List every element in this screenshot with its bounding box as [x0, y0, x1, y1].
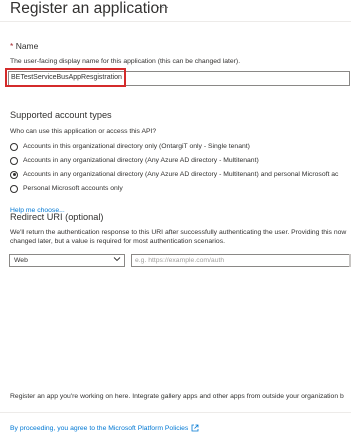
header-divider [0, 21, 351, 22]
account-types-heading: Supported account types [10, 110, 112, 120]
radio-label: Accounts in any organizational directory… [23, 157, 259, 164]
redirect-heading: Redirect URI (optional) [10, 212, 104, 222]
radio-button[interactable] [10, 184, 18, 193]
radio-button[interactable] [10, 156, 18, 165]
redirect-description-line2: changed later, but a value is required f… [10, 238, 225, 245]
redirect-uri-placeholder: e.g. https://example.com/auth [135, 257, 225, 264]
account-types-question: Who can use this application or access t… [10, 128, 157, 135]
platform-policies-link[interactable]: By proceeding, you agree to the Microsof… [10, 424, 199, 432]
platform-policies-text[interactable]: By proceeding, you agree to the Microsof… [10, 425, 188, 432]
page-title: Register an application [10, 0, 168, 17]
name-helper-text: The user-facing display name for this ap… [10, 58, 241, 65]
radio-label: Personal Microsoft accounts only [23, 185, 123, 192]
footer-note: Register an app you're working on here. … [10, 393, 344, 400]
required-mark: * [10, 41, 14, 51]
radio-button-selected[interactable] [10, 170, 18, 179]
platform-select-value: Web [14, 257, 28, 264]
radio-option-single-tenant[interactable]: Accounts in this organizational director… [10, 141, 250, 152]
radio-label: Accounts in any organizational directory… [23, 171, 339, 178]
radio-button[interactable] [10, 142, 18, 151]
external-link-icon[interactable] [191, 424, 199, 432]
name-input-value[interactable]: BETestServiceBusAppResgistration [11, 74, 122, 81]
radio-option-multitenant-personal[interactable]: Accounts in any organizational directory… [10, 169, 338, 180]
name-label: * Name [10, 41, 38, 51]
chevron-down-icon[interactable] [113, 255, 121, 263]
more-options-icon[interactable]: ··· [157, 2, 170, 13]
radio-label: Accounts in this organizational director… [23, 143, 250, 150]
name-label-text: Name [15, 41, 39, 51]
footer-divider [0, 412, 351, 413]
radio-option-personal-only[interactable]: Personal Microsoft accounts only [10, 183, 123, 194]
radio-option-multitenant[interactable]: Accounts in any organizational directory… [10, 155, 259, 166]
redirect-description-line1: We'll return the authentication response… [10, 229, 347, 236]
